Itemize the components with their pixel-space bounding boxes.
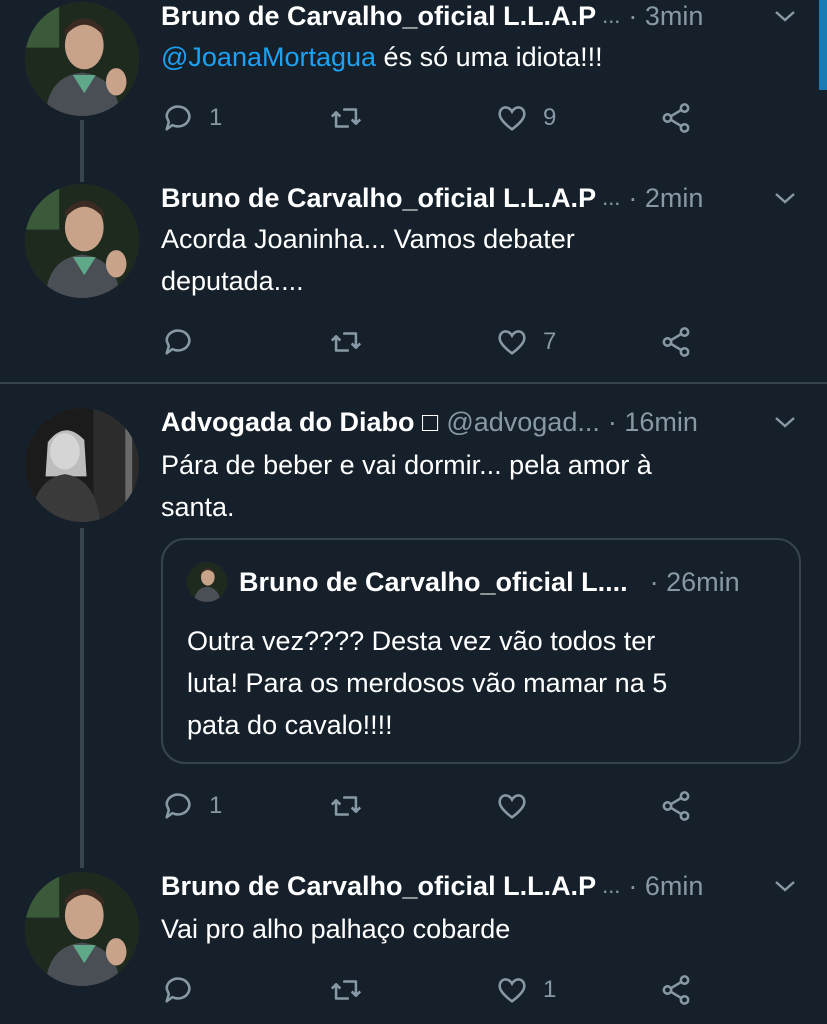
tweet-3[interactable]: Advogada do Diabo □ @advogad... · 16min …	[0, 404, 827, 864]
like-button[interactable]: 9	[495, 98, 556, 138]
quoted-display-name: Bruno de Carvalho_oficial L....	[239, 566, 628, 597]
like-icon	[498, 794, 526, 819]
tweet-actions: 7	[161, 322, 721, 362]
share-icon	[662, 975, 690, 1005]
person-avatar-image	[25, 2, 139, 116]
quoted-tweet-header: Bruno de Carvalho_oficial L.... · 26min	[187, 562, 775, 602]
quoted-timestamp: · 26min	[649, 566, 740, 597]
tweet-actions: 1 9	[161, 98, 721, 138]
reply-button[interactable]: 1	[161, 786, 222, 826]
like-count: 7	[543, 328, 557, 355]
display-name[interactable]: Advogada do Diabo □	[161, 407, 438, 438]
like-icon	[498, 106, 526, 131]
tweet-2[interactable]: Bruno de Carvalho_oficial L.L.A.P ... · …	[0, 180, 827, 380]
tweet-text: Acorda Joaninha... Vamos debater deputad…	[161, 218, 781, 302]
chevron-down-icon[interactable]	[773, 874, 797, 898]
chevron-down-icon[interactable]	[773, 186, 797, 210]
retweet-button[interactable]	[329, 786, 363, 826]
like-icon	[498, 978, 526, 1003]
chevron-down-icon[interactable]	[773, 4, 797, 28]
person-avatar-image	[25, 872, 139, 986]
like-count: 1	[543, 976, 557, 1003]
tweet-text: Vai pro alho palhaço cobarde	[161, 908, 781, 950]
reply-icon	[165, 329, 191, 355]
quoted-text-line: luta! Para os merdosos vão mamar na 5	[187, 668, 668, 698]
like-icon	[498, 330, 526, 355]
retweet-icon	[330, 108, 362, 128]
avatar[interactable]	[25, 2, 139, 116]
tweet-text: @JoanaMortagua és só uma idiota!!!	[161, 36, 781, 78]
ellipsis: ...	[602, 873, 621, 898]
retweet-icon	[330, 980, 362, 1000]
chevron-down-icon[interactable]	[773, 410, 797, 434]
share-button[interactable]	[659, 322, 693, 362]
divider	[0, 382, 827, 384]
quoted-text-line: Outra vez???? Desta vez vão todos ter	[187, 626, 656, 656]
woman-avatar-image	[25, 408, 139, 522]
tweet-actions: 1	[161, 786, 721, 826]
tweet-text-line: deputada....	[161, 266, 304, 296]
tweet-text-line: Vai pro alho palhaço cobarde	[161, 914, 511, 944]
tweet-text-line: santa.	[161, 492, 235, 522]
tweet-text-body: és só uma idiota!!!	[376, 42, 603, 72]
reply-icon	[165, 793, 191, 819]
avatar[interactable]	[25, 408, 139, 522]
retweet-button[interactable]	[329, 98, 363, 138]
mention-link[interactable]: @JoanaMortagua	[161, 42, 376, 72]
share-button[interactable]	[659, 970, 693, 1010]
retweet-button[interactable]	[329, 322, 363, 362]
tweet-4[interactable]: Bruno de Carvalho_oficial L.L.A.P ... · …	[0, 868, 827, 1024]
reply-button[interactable]	[161, 970, 195, 1010]
tweet-text-line: Acorda Joaninha... Vamos debater	[161, 224, 575, 254]
like-button[interactable]	[495, 786, 529, 826]
tweet-header: Bruno de Carvalho_oficial L.L.A.P ... · …	[161, 0, 797, 36]
timestamp[interactable]: · 2min	[628, 183, 703, 214]
reply-button[interactable]: 1	[161, 98, 222, 138]
reply-icon	[165, 105, 191, 131]
reply-icon	[165, 977, 191, 1003]
ellipsis: ...	[602, 3, 621, 28]
retweet-icon	[330, 332, 362, 352]
ellipsis: ...	[602, 185, 621, 210]
timestamp[interactable]: · 3min	[628, 1, 703, 32]
tweet-text: Pára de beber e vai dormir... pela amor …	[161, 444, 781, 528]
like-button[interactable]: 1	[495, 970, 556, 1010]
tweet-header: Bruno de Carvalho_oficial L.L.A.P ... · …	[161, 866, 797, 906]
quoted-tweet[interactable]: Bruno de Carvalho_oficial L.... · 26min …	[161, 538, 801, 764]
tweet-text-line: Pára de beber e vai dormir... pela amor …	[161, 450, 652, 480]
display-name[interactable]: Bruno de Carvalho_oficial L.L.A.P	[161, 871, 596, 902]
person-avatar-image	[25, 184, 139, 298]
timestamp[interactable]: · 16min	[608, 407, 698, 438]
retweet-icon	[330, 796, 362, 816]
tweet-header: Bruno de Carvalho_oficial L.L.A.P ... · …	[161, 178, 797, 218]
like-button[interactable]: 7	[495, 322, 556, 362]
timestamp[interactable]: · 6min	[628, 871, 703, 902]
like-count: 9	[543, 104, 557, 131]
quoted-avatar	[187, 562, 227, 602]
reply-count: 1	[209, 104, 223, 131]
tweet-header: Advogada do Diabo □ @advogad... · 16min	[161, 402, 797, 442]
username-handle[interactable]: @advogad...	[446, 407, 600, 438]
display-name[interactable]: Bruno de Carvalho_oficial L.L.A.P	[161, 183, 596, 214]
person-avatar-image	[187, 562, 227, 602]
share-icon	[662, 791, 690, 821]
quoted-tweet-text: Outra vez???? Desta vez vão todos ter lu…	[187, 620, 747, 746]
tweet-1[interactable]: Bruno de Carvalho_oficial L.L.A.P ... · …	[0, 0, 827, 180]
reply-count: 1	[209, 792, 223, 819]
share-icon	[662, 327, 690, 357]
share-icon	[662, 103, 690, 133]
share-button[interactable]	[659, 98, 693, 138]
reply-button[interactable]	[161, 322, 195, 362]
display-name[interactable]: Bruno de Carvalho_oficial L.L.A.P	[161, 1, 596, 32]
avatar[interactable]	[25, 872, 139, 986]
share-button[interactable]	[659, 786, 693, 826]
quoted-text-line: pata do cavalo!!!!	[187, 710, 393, 740]
retweet-button[interactable]	[329, 970, 363, 1010]
tweet-actions: 1	[161, 970, 721, 1010]
avatar[interactable]	[25, 184, 139, 298]
